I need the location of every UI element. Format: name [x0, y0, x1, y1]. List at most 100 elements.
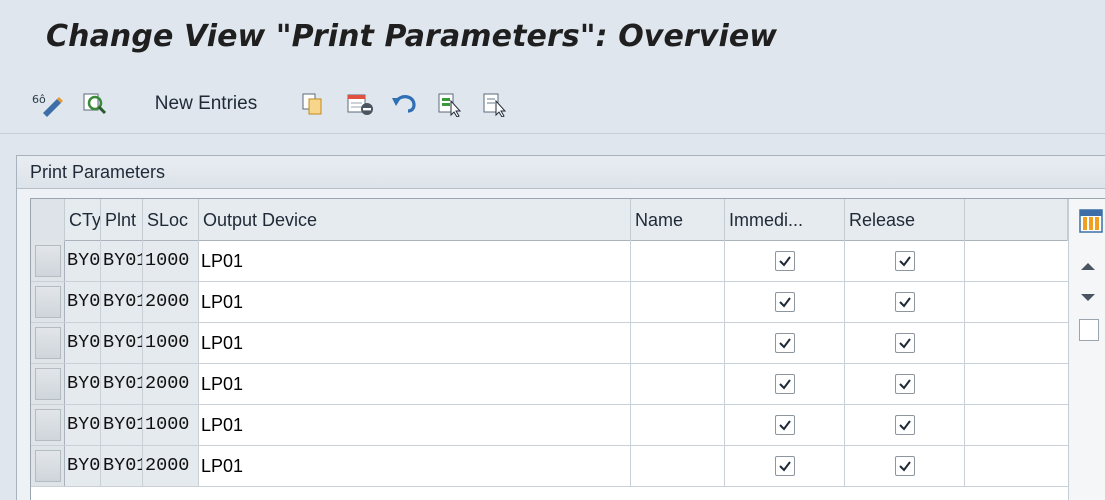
release-checkbox[interactable]	[895, 251, 915, 271]
vertical-scrollbar[interactable]	[1068, 199, 1105, 500]
svg-text:6ô: 6ô	[32, 93, 46, 106]
column-header-empty	[965, 199, 1068, 241]
release-checkbox[interactable]	[895, 292, 915, 312]
empty-cell	[965, 282, 1068, 322]
release-checkbox[interactable]	[895, 456, 915, 476]
output-device-field[interactable]: LP01	[199, 241, 631, 281]
scroll-up-icon[interactable]	[1081, 263, 1095, 270]
print-parameters-panel: Print Parameters CTyp Plnt SLoc Output D…	[16, 155, 1105, 500]
cell-plnt: BY01	[101, 364, 143, 404]
print-parameters-table: CTyp Plnt SLoc Output Device Name Immedi…	[30, 198, 1105, 500]
row-selector-button[interactable]	[31, 364, 65, 404]
cell-sloc: 2000	[143, 364, 199, 404]
cell-ctyp: BY03	[65, 446, 101, 486]
row-selector-button[interactable]	[31, 446, 65, 486]
name-field[interactable]	[631, 323, 725, 363]
output-device-field[interactable]: LP01	[199, 282, 631, 322]
copy-icon	[302, 93, 322, 115]
empty-cell	[965, 364, 1068, 404]
release-cell	[845, 446, 965, 486]
immediately-cell	[725, 241, 845, 281]
scroll-down-icon[interactable]	[1081, 294, 1095, 301]
column-header-release[interactable]: Release	[845, 199, 965, 241]
cell-ctyp: BY02	[65, 323, 101, 363]
panel-header: Print Parameters	[17, 156, 1105, 189]
column-header-name[interactable]: Name	[631, 199, 725, 241]
table-row: BY02BY011000LP01	[31, 323, 1068, 364]
column-header-plnt[interactable]: Plnt	[101, 199, 143, 241]
release-cell	[845, 282, 965, 322]
cell-sloc: 2000	[143, 282, 199, 322]
release-checkbox[interactable]	[895, 374, 915, 394]
release-cell	[845, 364, 965, 404]
table-row: BY01BY011000LP01	[31, 241, 1068, 282]
panel-title: Print Parameters	[30, 162, 166, 182]
immediately-checkbox[interactable]	[775, 456, 795, 476]
cell-plnt: BY01	[101, 323, 143, 363]
cell-sloc: 1000	[143, 241, 199, 281]
output-device-field[interactable]: LP01	[199, 446, 631, 486]
details-button[interactable]	[76, 88, 112, 120]
output-device-field[interactable]: LP01	[199, 323, 631, 363]
cell-plnt: BY01	[101, 405, 143, 445]
cell-plnt: BY01	[101, 446, 143, 486]
release-checkbox[interactable]	[895, 415, 915, 435]
immediately-cell	[725, 282, 845, 322]
table-row: BY03BY011000LP01	[31, 405, 1068, 446]
cell-sloc: 2000	[143, 446, 199, 486]
table-row: BY02BY012000LP01	[31, 364, 1068, 405]
name-field[interactable]	[631, 405, 725, 445]
immediately-checkbox[interactable]	[775, 374, 795, 394]
output-device-field[interactable]: LP01	[199, 405, 631, 445]
column-header-immediately[interactable]: Immedi...	[725, 199, 845, 241]
column-header-sloc[interactable]: SLoc	[143, 199, 199, 241]
immediately-checkbox[interactable]	[775, 415, 795, 435]
immediately-cell	[725, 405, 845, 445]
display-change-button[interactable]: 6ô	[28, 88, 68, 120]
empty-cell	[965, 446, 1068, 486]
immediately-cell	[725, 446, 845, 486]
table-header: CTyp Plnt SLoc Output Device Name Immedi…	[31, 199, 1105, 241]
select-all-rows-button[interactable]	[31, 199, 65, 241]
name-field[interactable]	[631, 282, 725, 322]
copy-button[interactable]	[297, 88, 327, 120]
column-settings-icon[interactable]	[1079, 209, 1103, 233]
immediately-cell	[725, 323, 845, 363]
cell-ctyp: BY01	[65, 241, 101, 281]
select-all-button[interactable]	[432, 88, 466, 120]
name-field[interactable]	[631, 364, 725, 404]
delete-button[interactable]	[343, 88, 377, 120]
empty-cell	[965, 323, 1068, 363]
row-selector-button[interactable]	[31, 323, 65, 363]
application-toolbar: 6ô New Entries	[0, 76, 1105, 134]
immediately-checkbox[interactable]	[775, 292, 795, 312]
new-entries-button[interactable]: New Entries	[139, 88, 273, 120]
release-cell	[845, 323, 965, 363]
delete-icon	[347, 94, 373, 115]
name-field[interactable]	[631, 241, 725, 281]
display-change-icon: 6ô	[32, 93, 63, 117]
page-title: Change View "Print Parameters": Overview	[46, 19, 778, 54]
table-row: BY03BY012000LP01	[31, 446, 1068, 487]
row-selector-button[interactable]	[31, 241, 65, 281]
deselect-all-button[interactable]	[477, 88, 511, 120]
row-selector-button[interactable]	[31, 405, 65, 445]
deselect-all-icon	[483, 93, 507, 117]
column-header-output-device[interactable]: Output Device	[199, 199, 631, 241]
immediately-checkbox[interactable]	[775, 333, 795, 353]
empty-cell	[965, 405, 1068, 445]
release-checkbox[interactable]	[895, 333, 915, 353]
cell-ctyp: BY02	[65, 364, 101, 404]
undo-icon	[392, 95, 416, 113]
cell-plnt: BY01	[101, 282, 143, 322]
name-field[interactable]	[631, 446, 725, 486]
title-bar: Change View "Print Parameters": Overview	[0, 0, 1105, 70]
output-device-field[interactable]: LP01	[199, 364, 631, 404]
row-selector-button[interactable]	[31, 282, 65, 322]
undo-button[interactable]	[387, 88, 421, 120]
scroll-thumb[interactable]	[1079, 319, 1099, 341]
table-row: BY01BY012000LP01	[31, 282, 1068, 323]
immediately-checkbox[interactable]	[775, 251, 795, 271]
column-header-ctyp[interactable]: CTyp	[65, 199, 101, 241]
cell-sloc: 1000	[143, 405, 199, 445]
